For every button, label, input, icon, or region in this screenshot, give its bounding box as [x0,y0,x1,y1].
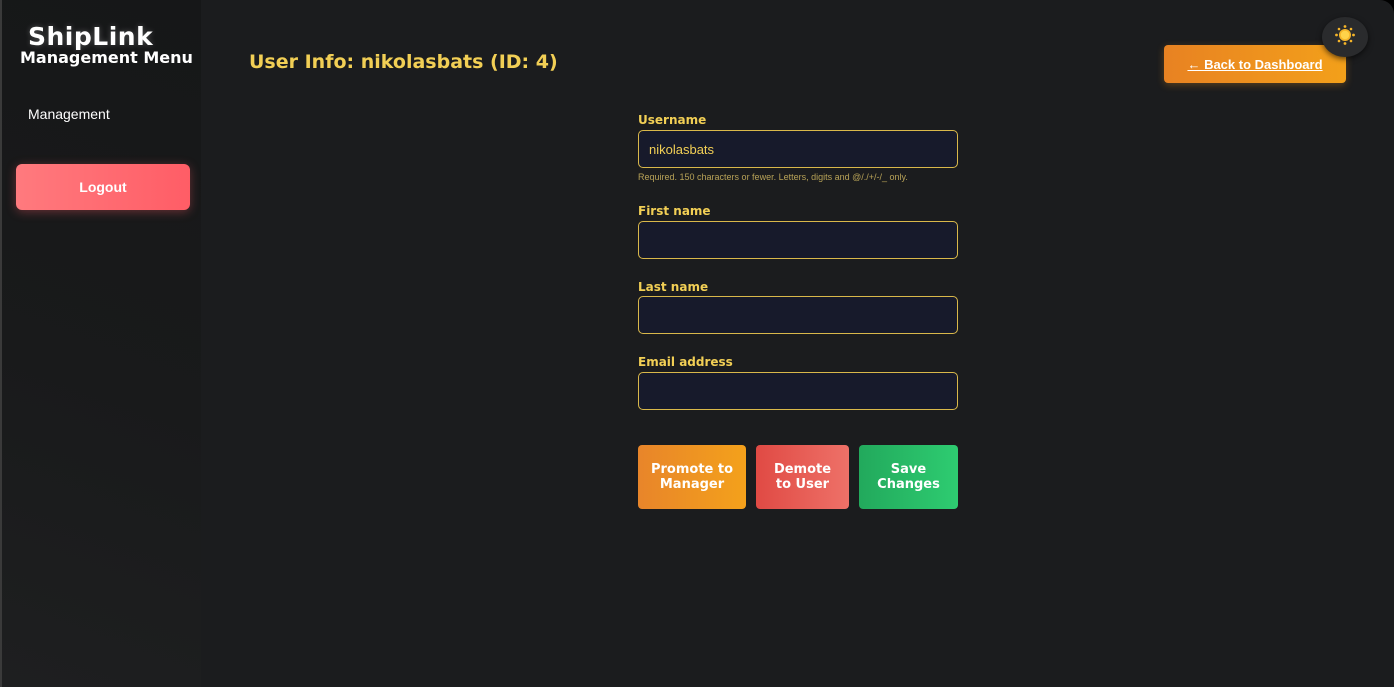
brand-logo: ShipLink [28,22,154,51]
email-label: Email address [638,355,733,369]
menu-title: Management Menu [20,48,193,67]
promote-to-manager-button[interactable]: Promote to Manager [638,445,746,509]
app-window: ShipLink Management Menu Management Logo… [0,0,1394,687]
save-changes-button[interactable]: Save Changes [859,445,958,509]
logout-button[interactable]: Logout [16,164,190,210]
first-name-field[interactable] [638,221,958,259]
email-field[interactable] [638,372,958,410]
username-help-text: Required. 150 characters or fewer. Lette… [638,172,908,182]
sidebar: ShipLink Management Menu Management Logo… [0,0,201,687]
theme-toggle-button[interactable] [1322,17,1368,57]
first-name-label: First name [638,204,711,218]
last-name-field[interactable] [638,296,958,334]
username-label: Username [638,113,707,127]
page-title: User Info: nikolasbats (ID: 4) [249,51,558,73]
demote-to-user-button[interactable]: Demote to User [756,445,849,509]
sidebar-item-management[interactable]: Management [28,106,110,122]
username-field[interactable] [638,130,958,168]
back-to-dashboard-button[interactable]: ← Back to Dashboard [1164,45,1346,83]
sun-icon [1334,24,1356,51]
last-name-label: Last name [638,280,709,294]
